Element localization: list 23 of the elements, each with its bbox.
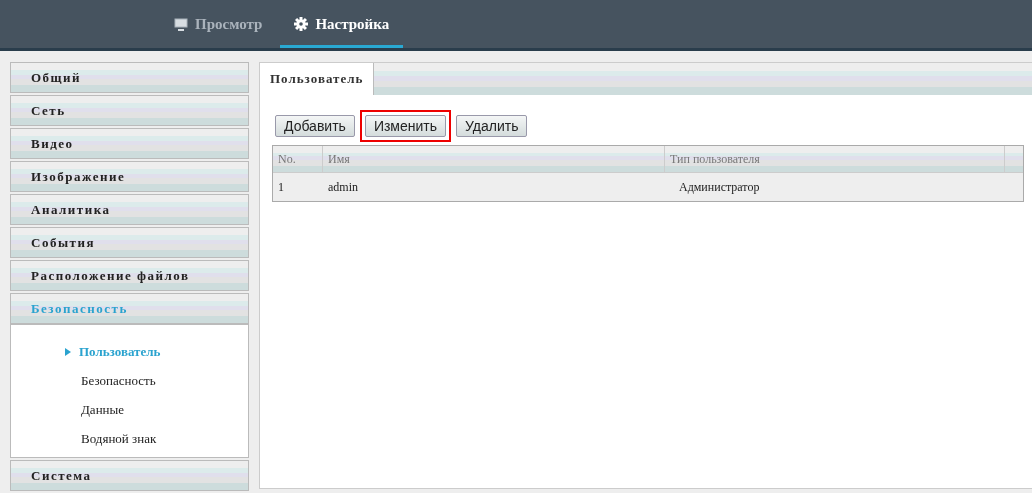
action-button[interactable]: Удалить [456, 115, 528, 137]
sidebar-item[interactable]: Видео [10, 128, 249, 159]
table-cell-text: admin [327, 178, 359, 196]
nav-tab[interactable]: Настройка [280, 0, 404, 48]
sidebar-item[interactable]: Общий [10, 62, 249, 93]
pointer-icon [65, 347, 71, 356]
submenu-item[interactable]: Безопасность [81, 366, 248, 395]
submenu-item[interactable]: Водяной знак [81, 424, 248, 453]
sidebar-item[interactable]: Система [10, 460, 249, 491]
action-button[interactable]: Изменить [364, 115, 447, 137]
sidebar-item[interactable]: Расположение файлов [10, 260, 249, 291]
sidebar-item[interactable]: События [10, 227, 249, 258]
sidebar-item[interactable]: Изображение [10, 161, 249, 192]
action-button[interactable]: Добавить [275, 115, 355, 137]
table-cell-text: 1 [277, 178, 285, 196]
table-cell-text: Администратор [678, 178, 761, 196]
sidebar-item[interactable]: Сеть [10, 95, 249, 126]
tab[interactable]: Пользователь [260, 63, 375, 95]
gear-icon [294, 17, 309, 31]
nav-tab[interactable]: Просмотр [160, 0, 277, 48]
monitor-icon [174, 17, 188, 31]
submenu-item[interactable]: Данные [81, 395, 248, 424]
sidebar-item[interactable]: Аналитика [10, 194, 249, 225]
